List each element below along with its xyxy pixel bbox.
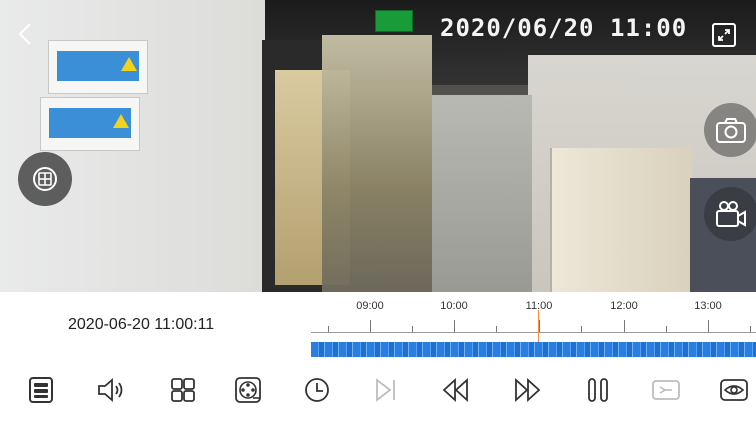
- recording-segments-bar[interactable]: [311, 342, 756, 357]
- timeline-tick: [539, 320, 540, 332]
- next-frame-button[interactable]: [365, 370, 405, 410]
- storage-icon: [29, 377, 53, 403]
- scene-cabinet: [550, 148, 692, 292]
- timeline-tick: [454, 320, 455, 332]
- clock-icon: [305, 378, 329, 402]
- back-chevron-icon: [18, 23, 31, 45]
- fast-forward-button[interactable]: [507, 370, 547, 410]
- hour-label: 12:00: [610, 300, 638, 312]
- timeline-tick: [581, 326, 582, 332]
- multi-screen-button[interactable]: [18, 152, 72, 206]
- timeline-baseline: [311, 332, 756, 333]
- playback-timeline[interactable]: 2020-06-20 11:00:11 09:00 10:00 11:00 12…: [0, 292, 756, 362]
- hour-label: 10:00: [440, 300, 468, 312]
- current-playback-time: 2020-06-20 11:00:11: [68, 316, 215, 333]
- volume-icon: [98, 378, 123, 402]
- snapshot-button[interactable]: [704, 103, 756, 157]
- scene-electrical-panel: [40, 97, 140, 151]
- timeline-tick: [370, 320, 371, 332]
- timeline-tick: [624, 320, 625, 332]
- pause-icon: [588, 378, 608, 402]
- rewind-button[interactable]: [436, 370, 476, 410]
- hour-label: 11:00: [525, 300, 553, 312]
- volume-button[interactable]: [91, 370, 131, 410]
- storage-button[interactable]: [21, 370, 61, 410]
- scene-glass-door: [322, 35, 432, 292]
- layout-grid-icon: [171, 378, 195, 402]
- timeline-tick: [328, 326, 329, 332]
- quality-button[interactable]: [646, 370, 686, 410]
- timeline-tick: [666, 326, 667, 332]
- fullscreen-icon: [712, 23, 736, 47]
- timeline-tick: [708, 320, 709, 332]
- film-button[interactable]: [228, 370, 268, 410]
- view-button[interactable]: [714, 370, 754, 410]
- timeline-cursor[interactable]: [538, 310, 539, 342]
- timeline-ruler[interactable]: 09:00 10:00 11:00 12:00 13:00: [311, 292, 756, 362]
- playback-toolbar: [0, 362, 756, 422]
- hour-label: 09:00: [356, 300, 384, 312]
- multi-screen-icon: [33, 167, 57, 191]
- hd-icon: [652, 380, 680, 400]
- hour-label: 13:00: [694, 300, 722, 312]
- scene-electrical-panel: [48, 40, 148, 94]
- scene-glass-panel: [432, 95, 532, 292]
- osd-timestamp: 2020/06/20 11:00: [440, 14, 688, 42]
- camera-icon: [716, 118, 746, 143]
- eye-icon: [720, 379, 748, 401]
- scene-exit-sign: [375, 10, 413, 32]
- film-reel-icon: [235, 377, 261, 403]
- timeline-tick: [412, 326, 413, 332]
- pause-button[interactable]: [578, 370, 618, 410]
- timeline-tick: [496, 326, 497, 332]
- video-camera-icon: [716, 201, 746, 227]
- timeline-tick: [750, 326, 751, 332]
- rewind-icon: [442, 377, 468, 403]
- fast-forward-icon: [515, 377, 541, 403]
- video-feed[interactable]: 2020/06/20 11:00: [0, 0, 756, 292]
- time-select-button[interactable]: [297, 370, 337, 410]
- back-button[interactable]: [12, 20, 40, 48]
- layout-button[interactable]: [163, 370, 203, 410]
- next-frame-icon: [376, 378, 395, 402]
- record-button[interactable]: [704, 187, 756, 241]
- fullscreen-button[interactable]: [707, 18, 741, 52]
